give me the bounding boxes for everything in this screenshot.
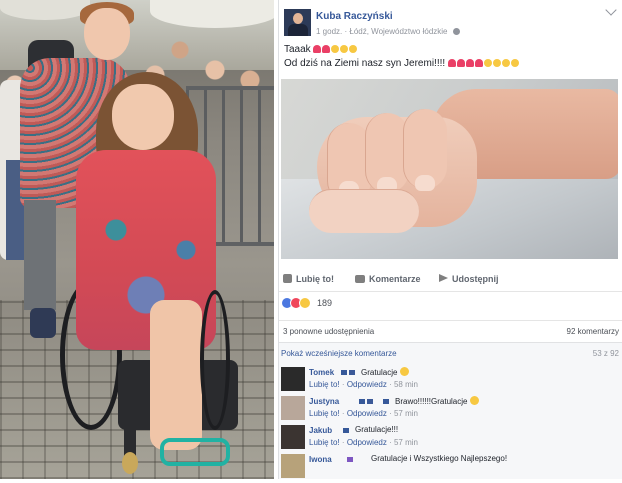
heart-eyes-emoji-icon xyxy=(331,45,340,53)
heart-eyes-emoji-icon xyxy=(340,45,349,53)
commenter-name[interactable]: Tomek xyxy=(309,368,334,377)
smile-emoji-icon xyxy=(469,396,479,405)
heart-emoji-icon xyxy=(456,59,465,67)
comment-time: 58 min xyxy=(393,380,418,389)
woman-face xyxy=(112,84,174,150)
comment-text: Gratulacje xyxy=(361,367,409,377)
post-time[interactable]: 1 godz. xyxy=(316,27,342,36)
flag-icon xyxy=(341,370,347,375)
woman-legs xyxy=(150,300,202,450)
reaction-count[interactable]: 189 xyxy=(317,298,332,308)
heart-emoji-icon xyxy=(322,45,331,53)
like-icon xyxy=(283,274,292,283)
heart-emoji-icon xyxy=(465,59,474,67)
man-shoe xyxy=(30,308,56,338)
heart-eyes-emoji-icon xyxy=(510,59,519,67)
shares-count[interactable]: 3 ponowne udostępnienia xyxy=(283,327,374,336)
commenter-name[interactable]: Iwona xyxy=(309,455,332,464)
share-icon xyxy=(439,274,448,282)
comments-count[interactable]: 92 komentarzy xyxy=(567,327,619,336)
couple-photo xyxy=(0,0,274,479)
flag-icon xyxy=(343,428,349,433)
author-name[interactable]: Kuba Raczyński xyxy=(316,11,393,22)
comment-text: Gratulacje!!! xyxy=(355,425,399,434)
comment-reply-link[interactable]: Odpowiedz xyxy=(347,409,387,418)
avatar-face xyxy=(293,13,303,24)
post-location[interactable]: Łódź, Województwo łódzkie xyxy=(349,27,447,36)
comment-text: Gratulacje i Wszystkiego Najlepszego! xyxy=(371,454,508,463)
like-button[interactable]: Lubię to! xyxy=(283,274,334,284)
comment-reply-link[interactable]: Odpowiedz xyxy=(347,438,387,447)
comment-time: 57 min xyxy=(393,409,418,418)
heart-emoji-icon xyxy=(313,45,322,53)
comments-section: Pokaż wcześniejsze komentarze 53 z 92 To… xyxy=(279,342,622,479)
heart-emoji-icon xyxy=(474,59,483,67)
smile-emoji-icon xyxy=(399,367,409,376)
wheelchair-wheel xyxy=(200,290,230,430)
share-button[interactable]: Udostępnij xyxy=(439,274,499,284)
commenter-avatar[interactable] xyxy=(281,367,305,391)
comment-actions: Lubię to! · Odpowiedz · 57 min xyxy=(309,438,418,447)
comment-text: Brawo!!!!!!Gratulacje xyxy=(395,396,479,406)
comment-reply-link[interactable]: Odpowiedz xyxy=(347,380,387,389)
commenter-avatar[interactable] xyxy=(281,454,305,478)
comment-actions: Lubię to! · Odpowiedz · 57 min xyxy=(309,409,418,418)
post-header: Kuba Raczyński 1 godz. · Łódź, Województ… xyxy=(279,0,622,44)
baby-nail xyxy=(415,175,435,191)
wow-reaction-icon xyxy=(299,297,311,309)
comment-icon xyxy=(355,275,365,283)
comment-like-link[interactable]: Lubię to! xyxy=(309,438,340,447)
flag-icon xyxy=(359,399,365,404)
post-text-line-1: Taaak xyxy=(284,44,311,55)
commenter-name[interactable]: Justyna xyxy=(309,397,339,406)
post-text: Taaak Od dziś na Ziemi nasz syn Jeremi!!… xyxy=(284,43,618,71)
comment: Justyna Brawo!!!!!!Gratulacje Lubię to! … xyxy=(279,396,622,425)
heart-eyes-emoji-icon xyxy=(483,59,492,67)
chevron-down-icon[interactable] xyxy=(605,4,617,16)
flag-icon xyxy=(383,399,389,404)
author-avatar[interactable] xyxy=(284,9,311,36)
comment-like-link[interactable]: Lubię to! xyxy=(309,409,340,418)
heart-eyes-emoji-icon xyxy=(501,59,510,67)
heart-eyes-emoji-icon xyxy=(349,45,358,53)
wheelchair-caster-wheel xyxy=(122,452,138,474)
facebook-post: Kuba Raczyński 1 godz. · Łódź, Województ… xyxy=(278,0,622,479)
heart-emoji-icon xyxy=(447,59,456,67)
reactions-bar[interactable]: 189 xyxy=(281,297,621,313)
globe-icon xyxy=(452,28,460,36)
flag-icon xyxy=(367,399,373,404)
comment-pager: 53 z 92 xyxy=(592,349,619,358)
comment: Jakub Gratulacje!!! Lubię to! · Odpowied… xyxy=(279,425,622,454)
commenter-avatar[interactable] xyxy=(281,396,305,420)
more-comments-link[interactable]: Pokaż wcześniejsze komentarze xyxy=(281,349,397,358)
post-text-line-2: Od dziś na Ziemi nasz syn Jeremi!!!! xyxy=(284,58,446,69)
woman-sandals xyxy=(160,438,230,466)
comment-like-link[interactable]: Lubię to! xyxy=(309,380,340,389)
stats-row: 3 ponowne udostępnienia 92 komentarzy xyxy=(279,320,622,338)
comment: Tomek Gratulacje Lubię to! · Odpowiedz ·… xyxy=(279,367,622,396)
like-label: Lubię to! xyxy=(296,274,334,284)
avatar-body xyxy=(288,24,308,36)
comment-button[interactable]: Komentarze xyxy=(355,274,421,284)
man-legs xyxy=(24,200,56,310)
baby-thumb xyxy=(309,189,419,233)
share-label: Udostępnij xyxy=(452,274,499,284)
man-face xyxy=(84,8,130,60)
comment-label: Komentarze xyxy=(369,274,421,284)
post-actions: Lubię to! Komentarze Udostępnij xyxy=(279,268,622,292)
comment-actions: Lubię to! · Odpowiedz · 58 min xyxy=(309,380,418,389)
commenter-name[interactable]: Jakub xyxy=(309,426,332,435)
post-photo[interactable] xyxy=(281,79,618,259)
comment-time: 57 min xyxy=(393,438,418,447)
flag-icon xyxy=(349,370,355,375)
heart-eyes-emoji-icon xyxy=(492,59,501,67)
flag-icon xyxy=(347,457,353,462)
commenter-avatar[interactable] xyxy=(281,425,305,449)
post-meta: 1 godz. · Łódź, Województwo łódzkie xyxy=(316,27,460,36)
